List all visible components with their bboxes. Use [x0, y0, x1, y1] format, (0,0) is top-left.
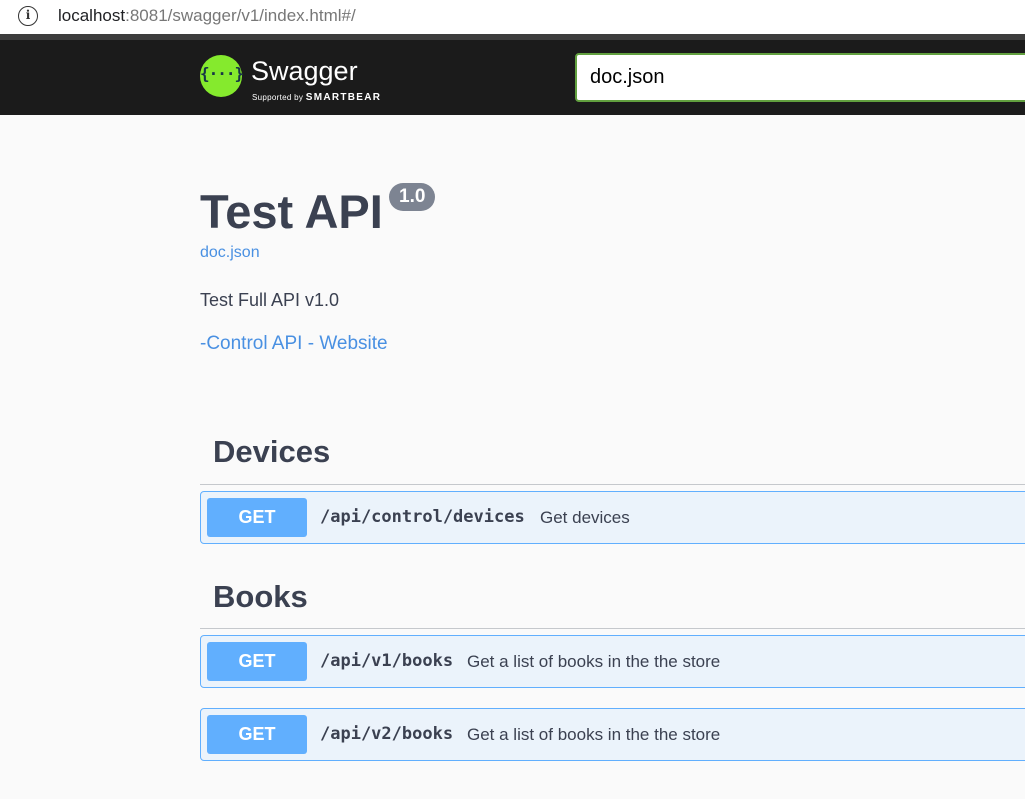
address-url[interactable]: localhost:8081/swagger/v1/index.html#/ [58, 6, 356, 26]
method-badge: GET [207, 498, 307, 537]
operation-get-v1-books[interactable]: GET /api/v1/books Get a list of books in… [200, 635, 1025, 688]
version-badge: 1.0 [389, 183, 436, 211]
logo-text: Swagger [251, 56, 358, 86]
operation-summary: Get a list of books in the the store [467, 652, 721, 671]
operation-summary: Get devices [540, 508, 630, 527]
api-title: Test API [200, 185, 383, 238]
operation-get-v2-books[interactable]: GET /api/v2/books Get a list of books in… [200, 708, 1025, 761]
logo-glyph: {···} [200, 64, 244, 83]
supported-by-text: Supported by [252, 93, 304, 102]
url-host: localhost [58, 6, 126, 25]
smartbear-text: SMARTBEAR [305, 92, 382, 103]
operation-path: /api/v2/books [320, 724, 454, 744]
operation-path: /api/v1/books [320, 651, 454, 671]
method-badge: GET [207, 642, 307, 681]
site-info-icon[interactable]: i [18, 6, 38, 26]
tag-devices-title[interactable]: Devices [213, 434, 330, 470]
operation-path: /api/control/devices [320, 507, 525, 527]
tag-divider [200, 484, 1025, 485]
swagger-logo[interactable]: {···} Swagger Supported by SMARTBEAR [200, 55, 390, 105]
doc-json-link[interactable]: doc.json [200, 244, 260, 262]
method-badge: GET [207, 715, 307, 754]
website-link[interactable]: -Control API - Website [200, 333, 388, 355]
tag-books-title[interactable]: Books [213, 579, 308, 615]
definition-input[interactable]: doc.json [575, 53, 1025, 102]
api-description: Test Full API v1.0 [200, 290, 340, 310]
swagger-topbar: {···} Swagger Supported by SMARTBEAR doc… [0, 40, 1025, 115]
operation-summary: Get a list of books in the the store [467, 725, 721, 744]
url-path: :8081/swagger/v1/index.html#/ [125, 6, 356, 25]
tag-divider [200, 628, 1025, 629]
logo-supported-by: Supported by SMARTBEAR [252, 92, 381, 103]
browser-address-bar: i localhost:8081/swagger/v1/index.html#/ [0, 0, 1025, 40]
operation-get-devices[interactable]: GET /api/control/devices Get devices [200, 491, 1025, 544]
swagger-logo-icon: {···} [200, 55, 244, 97]
